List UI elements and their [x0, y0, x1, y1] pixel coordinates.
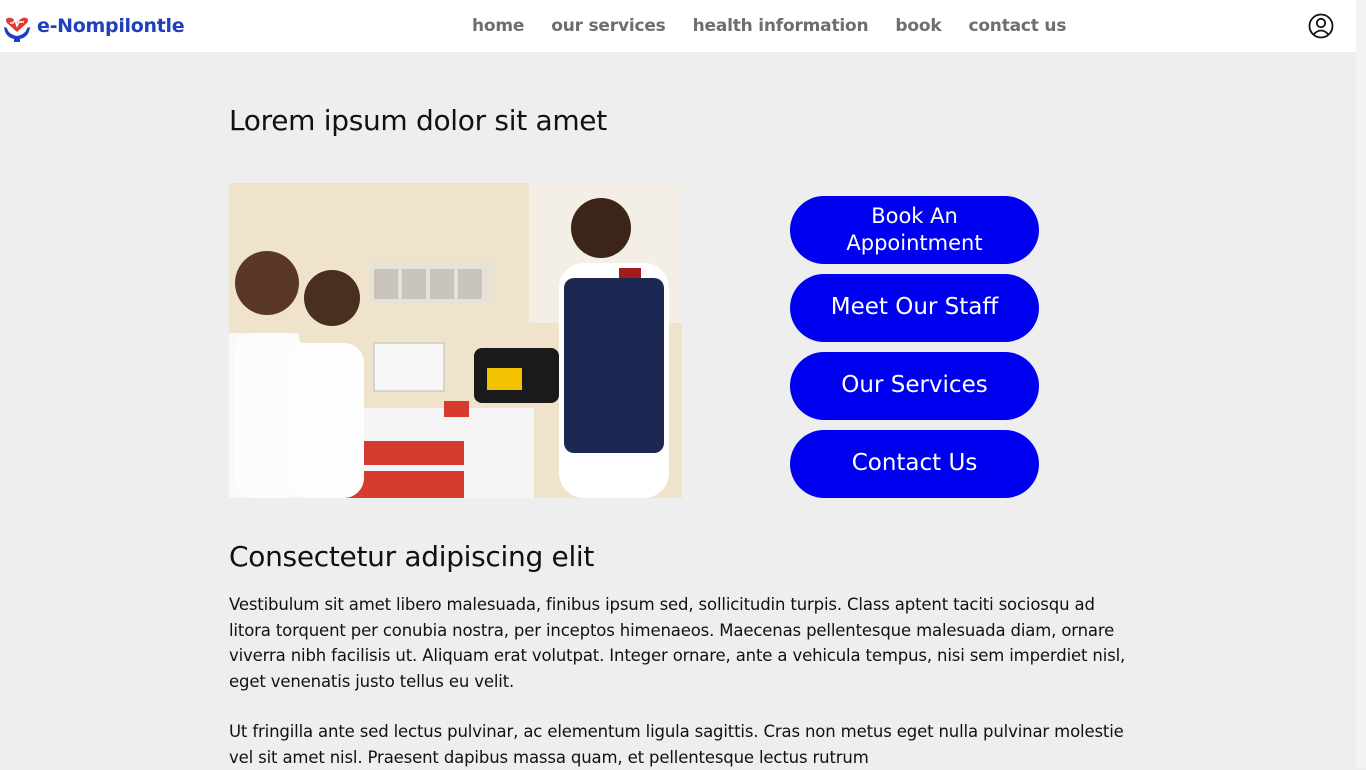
top-navbar: e-Nompilontle home our services health i… [0, 0, 1356, 52]
book-appointment-button[interactable]: Book An Appointment [790, 196, 1039, 264]
body-paragraph-1: Vestibulum sit amet libero malesuada, fi… [229, 595, 1126, 691]
contact-us-button[interactable]: Contact Us [790, 430, 1039, 498]
brand-name: e-Nompilontle [37, 14, 185, 37]
section-heading: Consectetur adipiscing elit [229, 540, 595, 573]
nav-home[interactable]: home [472, 14, 524, 38]
quick-actions: Book An Appointment Meet Our Staff Our S… [790, 196, 1039, 508]
body-paragraph-2: Ut fringilla ante sed lectus pulvinar, a… [229, 722, 1124, 767]
heart-hands-logo-icon [4, 17, 30, 42]
staff-photo [229, 183, 682, 498]
brand-logo[interactable]: e-Nompilontle [2, 9, 185, 43]
user-circle-icon[interactable] [1308, 13, 1334, 39]
page-title: Lorem ipsum dolor sit amet [229, 104, 607, 137]
nav-contact-us[interactable]: contact us [968, 14, 1066, 38]
meet-our-staff-button[interactable]: Meet Our Staff [790, 274, 1039, 342]
nav-book[interactable]: book [895, 14, 941, 38]
nav-our-services[interactable]: our services [551, 14, 666, 38]
our-services-button[interactable]: Our Services [790, 352, 1039, 420]
page-scrollbar[interactable] [1356, 0, 1366, 768]
nav-health-information[interactable]: health information [693, 14, 869, 38]
main-nav: home our services health information boo… [472, 14, 1093, 38]
